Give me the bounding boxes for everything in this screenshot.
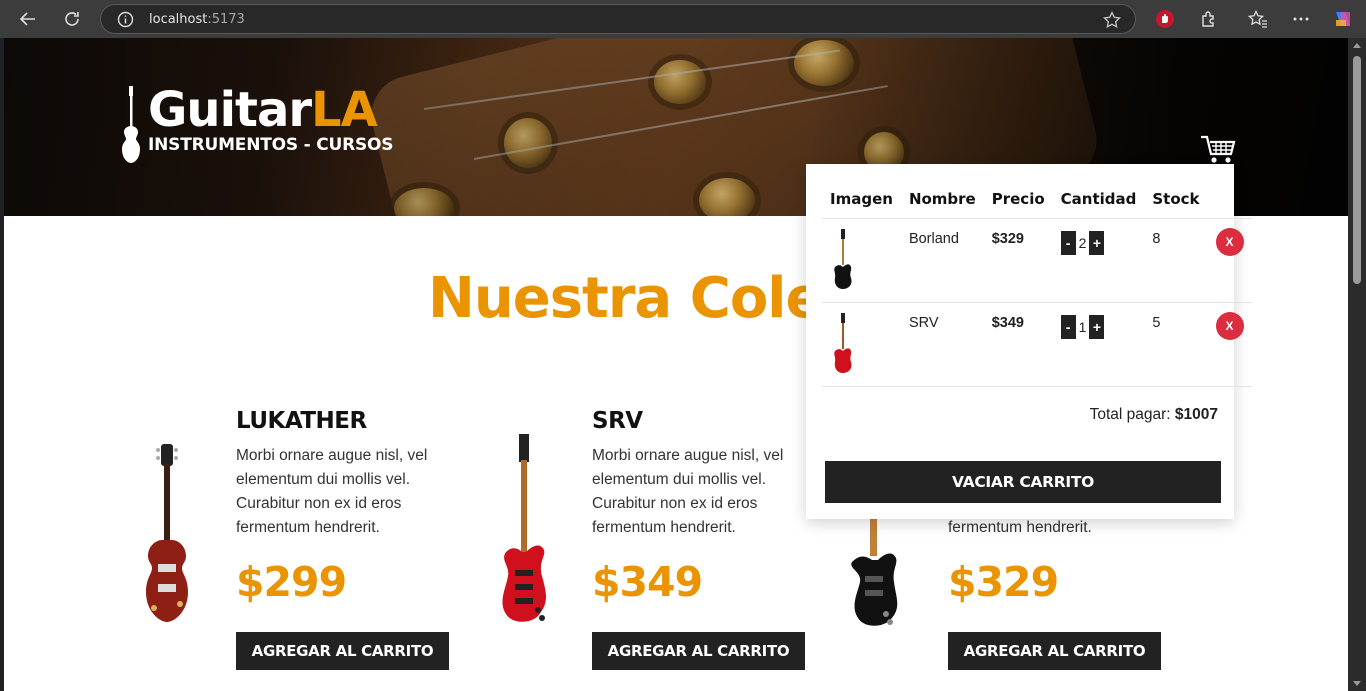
cart-row: SRV $349 - 1 + 5 X — [822, 302, 1252, 387]
product-description: fermentum hendrerit. — [948, 519, 1092, 536]
cart-item-image — [822, 218, 901, 303]
brand-name: GuitarLA — [148, 82, 378, 138]
collection-title: Nuestra Colec — [428, 266, 856, 331]
remove-item-button[interactable]: X — [1215, 312, 1244, 340]
remove-item-button[interactable]: X — [1215, 228, 1244, 256]
cart-item-price: $349 — [983, 302, 1053, 387]
product-name: LUKATHER — [236, 408, 367, 434]
column-header-quantity: Cantidad — [1052, 184, 1145, 219]
cart-item-image — [822, 302, 901, 387]
cart-dropdown: Imagen Nombre Precio Cantidad Stock Borl… — [806, 164, 1252, 519]
column-header-actions — [1207, 184, 1252, 219]
cart-icon[interactable] — [1200, 134, 1236, 164]
site-logo[interactable]: GuitarLA INSTRUMENTOS - CURSOS — [116, 82, 394, 172]
add-to-cart-button[interactable]: AGREGAR AL CARRITO — [592, 632, 805, 670]
url-text: localhost:5173 — [149, 12, 245, 27]
star-icon[interactable] — [1103, 10, 1121, 34]
copilot-icon[interactable] — [1330, 6, 1356, 32]
guitar-logo-icon — [122, 86, 140, 163]
product-price: $299 — [236, 558, 347, 606]
decrease-quantity-button[interactable]: - — [1060, 231, 1076, 255]
column-header-name: Nombre — [900, 184, 984, 219]
address-bar[interactable]: localhost:5173 — [100, 4, 1136, 34]
quantity-value: 2 — [1078, 235, 1087, 251]
cart-item-quantity: - 2 + — [1052, 218, 1145, 303]
cart-row: Borland $329 - 2 + 8 X — [822, 218, 1252, 303]
cart-total-label: Total pagar: — [1089, 406, 1175, 423]
scroll-down-icon[interactable] — [1353, 681, 1361, 686]
column-header-stock: Stock — [1144, 184, 1208, 219]
empty-cart-button[interactable]: VACIAR CARRITO — [825, 461, 1221, 503]
cart-total-value: $1007 — [1174, 406, 1218, 423]
scrollbar-thumb[interactable] — [1353, 56, 1361, 284]
cart-item-name: SRV — [900, 302, 984, 387]
cart-item-actions: X — [1207, 218, 1252, 303]
product-description: Morbi ornare augue nisl, vel elementum d… — [236, 447, 428, 536]
product-description: Morbi ornare augue nisl, vel elementum d… — [592, 447, 784, 536]
add-to-cart-button[interactable]: AGREGAR AL CARRITO — [236, 632, 449, 670]
product-name: SRV — [592, 408, 643, 434]
product-card-lukather: LUKATHER Morbi ornare augue nisl, vel el… — [134, 406, 474, 676]
puzzle-icon[interactable] — [1196, 6, 1222, 32]
cart-item-stock: 5 — [1144, 302, 1208, 387]
brand-tagline: INSTRUMENTOS - CURSOS — [148, 135, 394, 155]
quantity-value: 1 — [1078, 319, 1087, 335]
increase-quantity-button[interactable]: + — [1089, 231, 1105, 255]
cart-item-stock: 8 — [1144, 218, 1208, 303]
cart-item-price: $329 — [983, 218, 1053, 303]
info-icon[interactable] — [117, 11, 134, 33]
cart-table: Imagen Nombre Precio Cantidad Stock Borl… — [822, 184, 1252, 387]
cart-item-quantity: - 1 + — [1052, 302, 1145, 387]
product-card-srv: SRV Morbi ornare augue nisl, vel element… — [490, 406, 830, 676]
decrease-quantity-button[interactable]: - — [1060, 315, 1076, 339]
browser-toolbar: localhost:5173 — [0, 0, 1366, 38]
add-to-cart-button[interactable]: AGREGAR AL CARRITO — [948, 632, 1161, 670]
reload-icon[interactable] — [59, 6, 85, 32]
cart-total: Total pagar: $1007 — [1090, 406, 1218, 424]
product-image — [502, 434, 546, 622]
column-header-price: Precio — [983, 184, 1053, 219]
product-price: $329 — [948, 558, 1059, 606]
product-price: $349 — [592, 558, 703, 606]
favorites-icon[interactable] — [1245, 6, 1271, 32]
page-viewport: GuitarLA INSTRUMENTOS - CURSOS Nuestra C… — [4, 38, 1348, 691]
extension-icon[interactable] — [1152, 6, 1178, 32]
scroll-up-icon[interactable] — [1353, 43, 1361, 48]
more-icon[interactable] — [1288, 6, 1314, 32]
cart-header-row: Imagen Nombre Precio Cantidad Stock — [822, 184, 1252, 219]
column-header-image: Imagen — [822, 184, 901, 219]
increase-quantity-button[interactable]: + — [1089, 315, 1105, 339]
page-scrollbar[interactable] — [1348, 38, 1366, 691]
cart-item-name: Borland — [900, 218, 984, 303]
cart-item-actions: X — [1207, 302, 1252, 387]
back-arrow-icon[interactable] — [15, 6, 41, 32]
product-image — [146, 444, 188, 622]
